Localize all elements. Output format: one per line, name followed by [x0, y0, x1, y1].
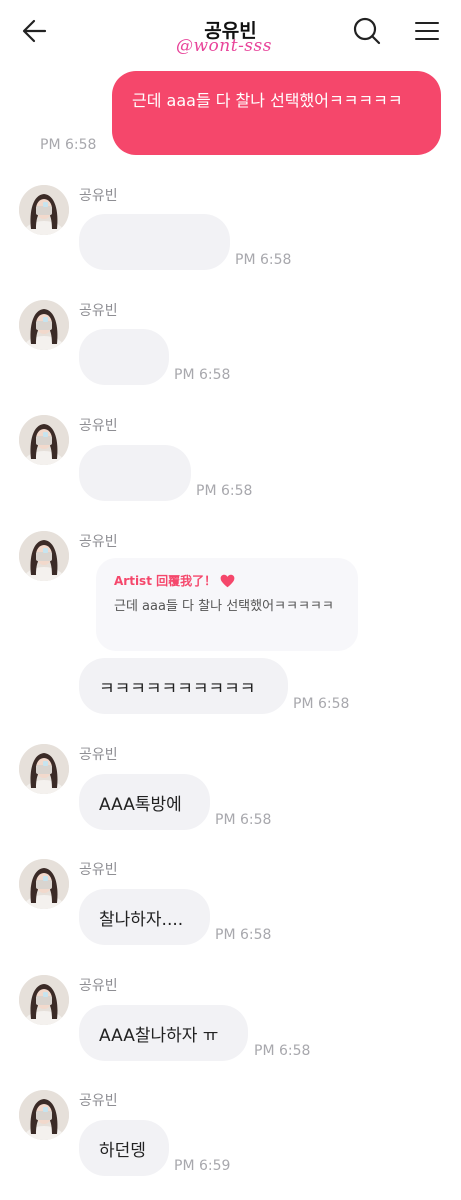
reply-label: Artist 回覆我了！ — [114, 572, 340, 589]
heart-icon — [220, 574, 235, 587]
reply-quote-card[interactable]: Artist 回覆我了！ 근데 aaa들 다 찰나 선택했어ㅋㅋㅋㅋㅋ — [96, 558, 358, 651]
message-time: PM 6:58 — [196, 483, 253, 499]
sender-name: 공유빈 — [79, 303, 118, 319]
sender-name: 공유빈 — [79, 978, 118, 994]
search-button[interactable] — [350, 14, 384, 48]
search-icon — [353, 17, 381, 45]
sent-message-time: PM 6:58 — [40, 137, 97, 153]
message-time: PM 6:58 — [293, 696, 350, 712]
message-bubble[interactable] — [79, 329, 169, 385]
avatar[interactable] — [19, 975, 69, 1025]
message-bubble[interactable]: AAA찰나하자 ㅠ — [79, 1005, 248, 1061]
watermark: @wont-sss — [176, 36, 272, 56]
sender-name: 공유빈 — [79, 418, 118, 434]
avatar[interactable] — [19, 300, 69, 350]
message-bubble[interactable]: ㅋㅋㅋㅋㅋㅋㅋㅋㅋㅋ — [79, 658, 288, 714]
sent-message-bubble[interactable]: 근데 aaa들 다 찰나 선택했어ㅋㅋㅋㅋㅋ — [112, 71, 441, 155]
message-bubble[interactable]: 하던뎅 — [79, 1120, 169, 1176]
avatar[interactable] — [19, 744, 69, 794]
avatar[interactable] — [19, 531, 69, 581]
menu-button[interactable] — [410, 14, 444, 48]
avatar[interactable] — [19, 185, 69, 235]
menu-icon — [415, 22, 439, 40]
sender-name: 공유빈 — [79, 534, 118, 550]
message-time: PM 6:59 — [174, 1158, 231, 1174]
avatar[interactable] — [19, 415, 69, 465]
message-bubble[interactable] — [79, 214, 230, 270]
reply-quote-text: 근데 aaa들 다 찰나 선택했어ㅋㅋㅋㅋㅋ — [114, 599, 334, 614]
message-time: PM 6:58 — [235, 252, 292, 268]
message-bubble[interactable] — [79, 445, 191, 501]
message-time: PM 6:58 — [174, 367, 231, 383]
reply-label-text: Artist 回覆我了！ — [114, 574, 217, 588]
message-bubble[interactable]: 찰나하자.... — [79, 889, 210, 945]
message-time: PM 6:58 — [215, 927, 272, 943]
message-bubble[interactable]: AAA톡방에 — [79, 774, 210, 830]
sender-name: 공유빈 — [79, 862, 118, 878]
sender-name: 공유빈 — [79, 1093, 118, 1109]
message-time: PM 6:58 — [215, 812, 272, 828]
avatar[interactable] — [19, 859, 69, 909]
sender-name: 공유빈 — [79, 188, 118, 204]
chat-header: 공유빈 @wont-sss — [0, 0, 461, 60]
avatar[interactable] — [19, 1090, 69, 1140]
sender-name: 공유빈 — [79, 747, 118, 763]
message-time: PM 6:58 — [254, 1043, 311, 1059]
